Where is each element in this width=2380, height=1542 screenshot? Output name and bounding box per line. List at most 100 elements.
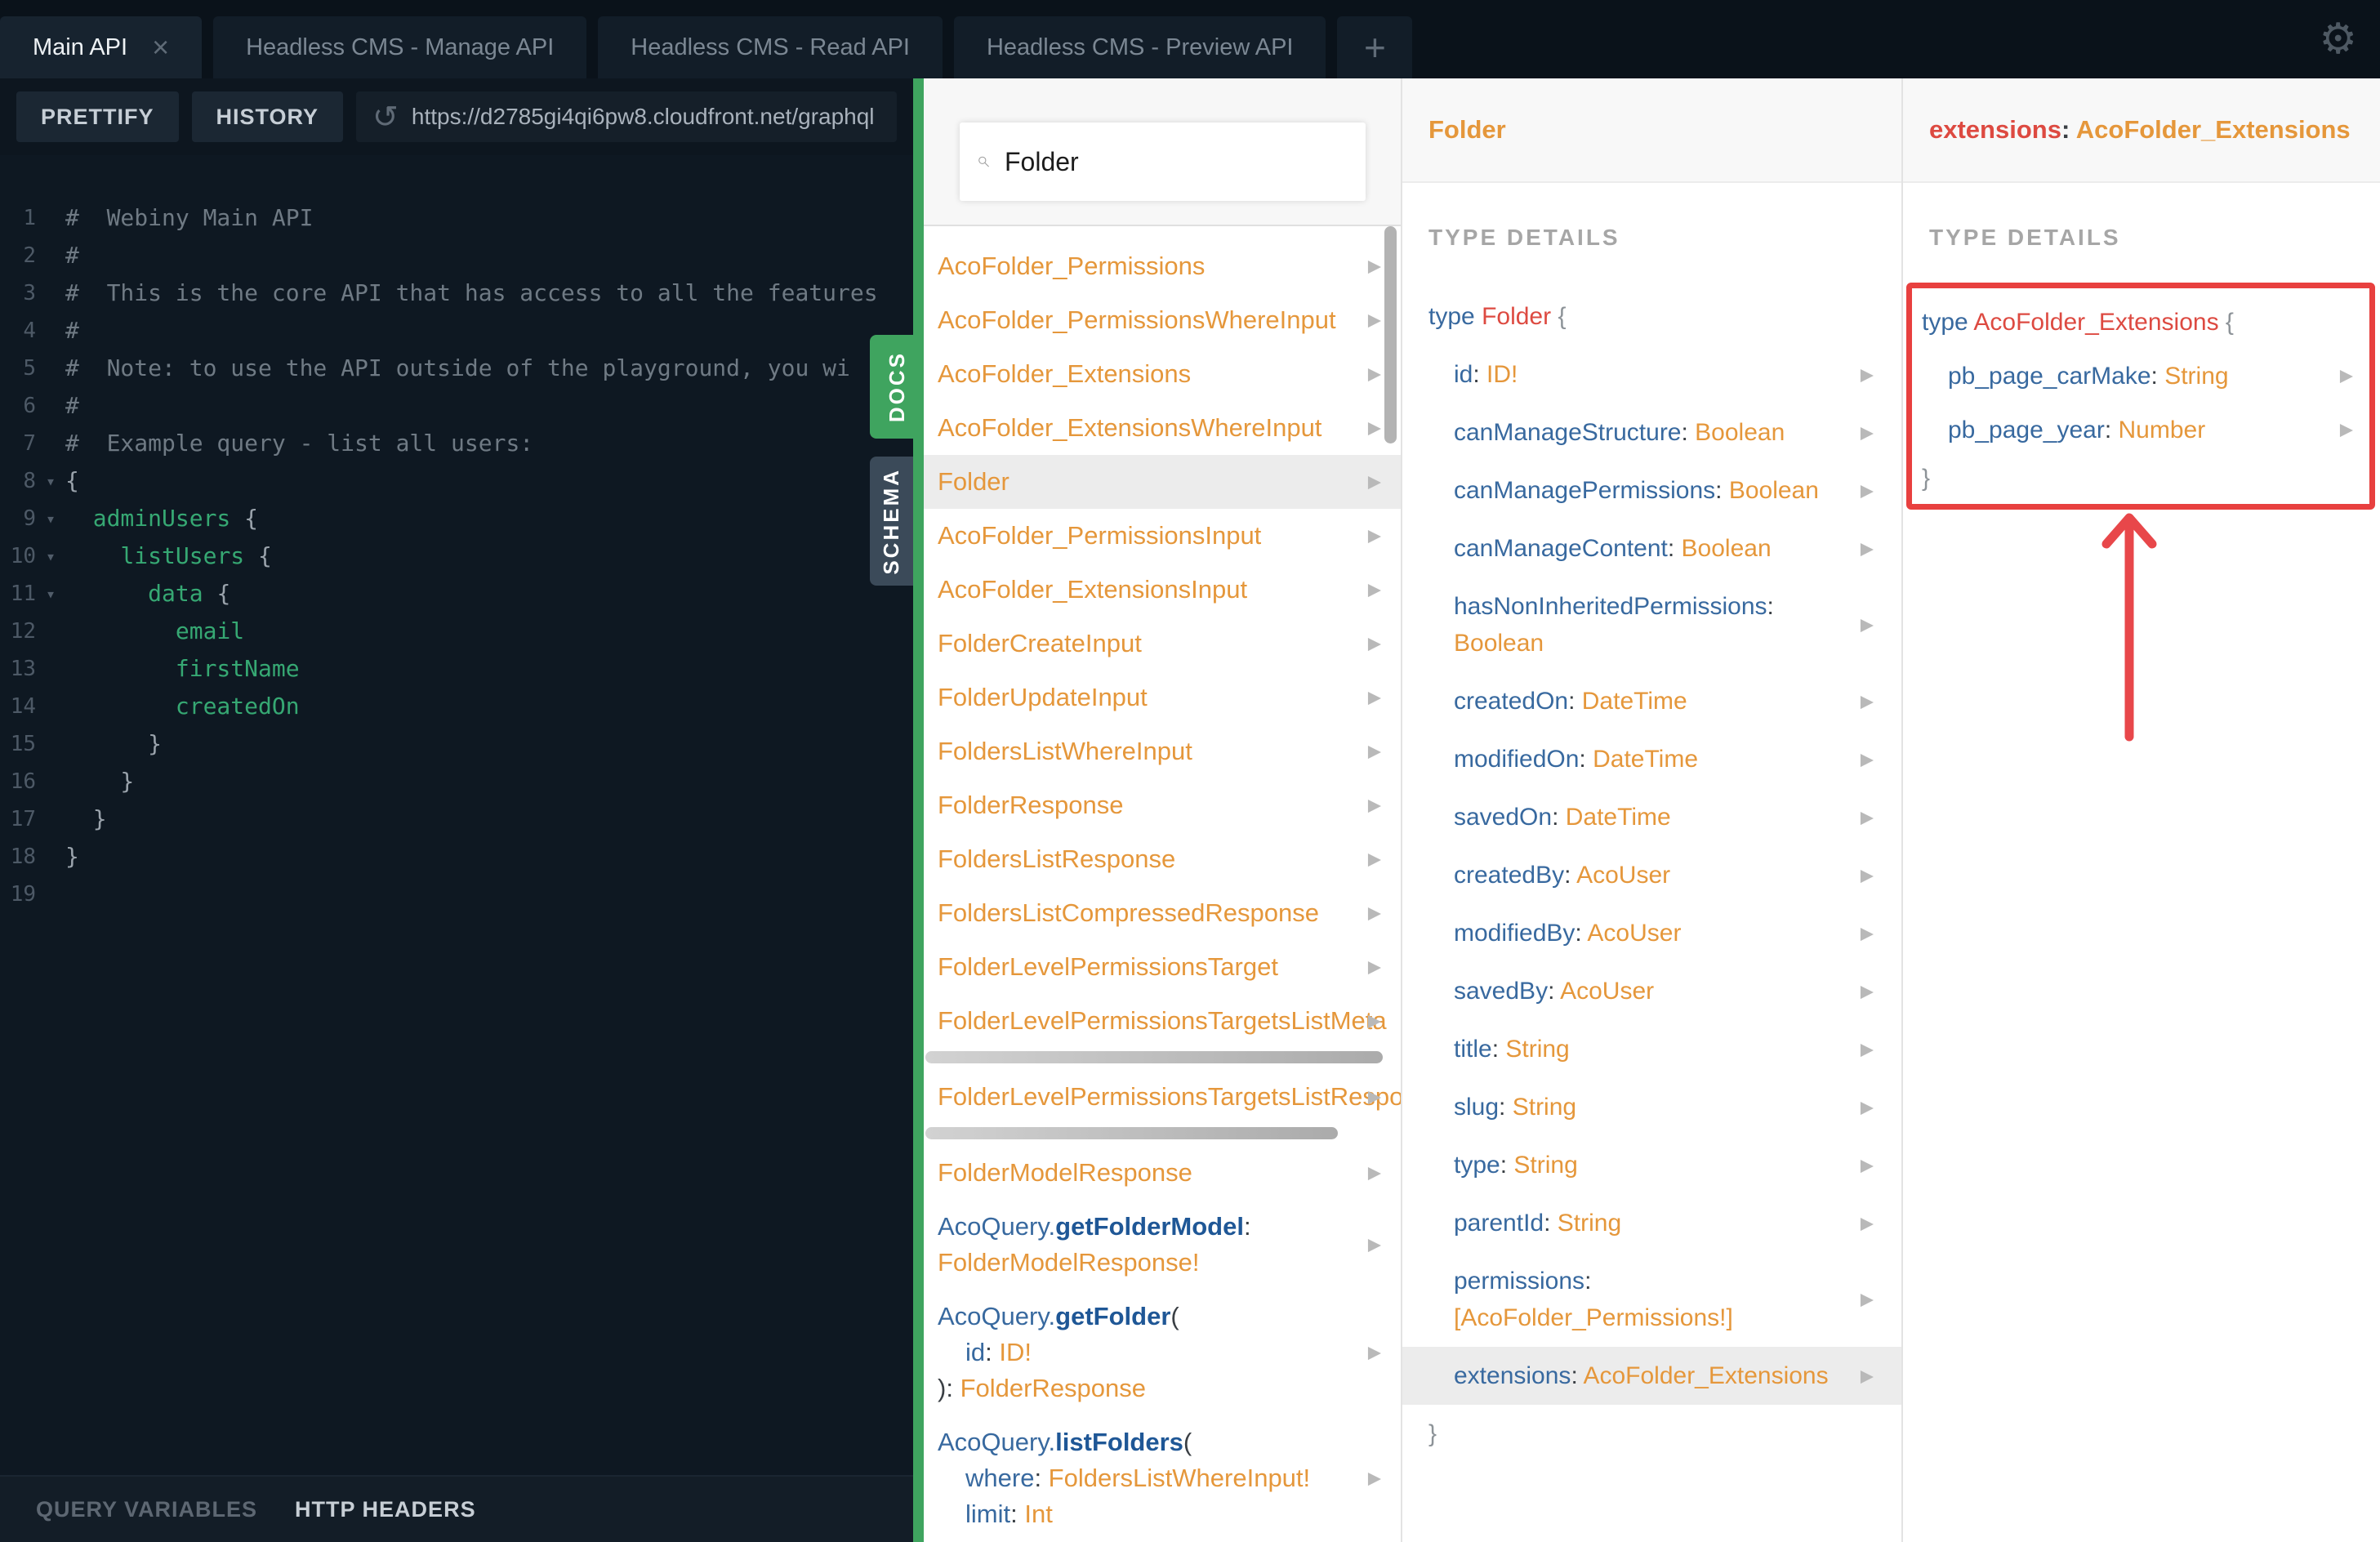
docs-list-item[interactable]: AcoFolder_PermissionsWhereInput ▶ — [924, 293, 1401, 347]
type-field-row[interactable]: parentId: String ▶ — [1402, 1194, 1901, 1252]
tab-headless-cms-read-api[interactable]: Headless CMS - Read API — [598, 16, 943, 78]
token: AcoFolder_Extensions — [1973, 308, 2219, 336]
docs-list-item[interactable]: FolderLevelPermissionsTargetsListMeta ▶ — [924, 994, 1401, 1048]
docs-list-item[interactable]: FolderCreateInput ▶ — [924, 617, 1401, 671]
fold-arrow-icon[interactable]: ▾ — [36, 462, 65, 500]
docs-list-item[interactable]: AcoQuery.getFolderModel: FolderModelRespo… — [924, 1200, 1401, 1290]
type-field-row[interactable]: modifiedOn: DateTime ▶ — [1402, 730, 1901, 788]
endpoint-url-input[interactable] — [411, 104, 880, 130]
type-field-row[interactable]: canManageContent: Boolean ▶ — [1402, 519, 1901, 577]
token: : — [1034, 1464, 1049, 1492]
token: AcoFolder_PermissionsWhereInput — [938, 305, 1336, 334]
type-field-row[interactable]: id: ID! ▶ — [1402, 345, 1901, 403]
docs-item-line: AcoQuery.listFolders( — [938, 1424, 1352, 1460]
docs-list-item[interactable]: AcoFolder_PermissionsInput ▶ — [924, 509, 1401, 563]
type-field-row[interactable]: modifiedBy: AcoUser ▶ — [1402, 904, 1901, 962]
chevron-right-icon: ▶ — [1367, 526, 1381, 546]
token: savedOn — [1454, 804, 1553, 831]
type-field-row[interactable]: type: String ▶ — [1402, 1136, 1901, 1194]
type-field-row[interactable]: hasNonInheritedPermissions: Boolean ▶ — [1402, 577, 1901, 672]
type-field-row[interactable]: savedOn: DateTime ▶ — [1402, 788, 1901, 846]
token: : — [2104, 416, 2119, 443]
docs-list-item[interactable]: Folder ▶ — [924, 455, 1401, 509]
docs-list-item[interactable]: FolderResponse ▶ — [924, 778, 1401, 832]
horizontal-scrollbar[interactable] — [925, 1051, 1383, 1063]
type-field-row[interactable]: slug: String ▶ — [1402, 1078, 1901, 1136]
chevron-right-icon: ▶ — [1860, 692, 1874, 711]
reload-endpoint-icon[interactable]: ↺ — [372, 99, 399, 136]
docs-list-item[interactable]: FolderUpdateInput ▶ — [924, 671, 1401, 724]
type-field-row[interactable]: pb_page_carMake: String ▶ — [1912, 349, 2369, 403]
docs-list-item[interactable]: AcoFolder_ExtensionsInput ▶ — [924, 563, 1401, 617]
type-field-row[interactable]: extensions: AcoFolder_Extensions ▶ — [1402, 1347, 1901, 1405]
prettify-button[interactable]: PRETTIFY — [16, 91, 179, 142]
docs-list-item[interactable]: AcoFolder_Extensions ▶ — [924, 347, 1401, 401]
type-field-row[interactable]: savedBy: AcoUser ▶ — [1402, 962, 1901, 1020]
docs-list-item[interactable]: FoldersListWhereInput ▶ — [924, 724, 1401, 778]
fold-gutter — [36, 350, 65, 387]
token: String — [2164, 362, 2229, 390]
docs-search-input[interactable] — [1005, 146, 1348, 177]
fold-arrow-icon[interactable]: ▾ — [36, 537, 65, 575]
settings-gear-icon[interactable]: ⚙ — [2319, 13, 2357, 65]
type-field-row[interactable]: createdOn: DateTime ▶ — [1402, 672, 1901, 730]
token: ID! — [999, 1338, 1032, 1366]
docs-list-item[interactable]: AcoQuery.getFolder(id: ID!): FolderRespo… — [924, 1290, 1401, 1415]
extensions-type-body: type AcoFolder_Extensions {pb_page_carMa… — [1912, 295, 2369, 499]
type-field-row[interactable]: canManageStructure: Boolean ▶ — [1402, 403, 1901, 461]
token: type — [1454, 1152, 1500, 1179]
query-variables-tab[interactable]: QUERY VARIABLES — [36, 1497, 257, 1522]
type-field-row[interactable]: canManagePermissions: Boolean ▶ — [1402, 461, 1901, 519]
fold-arrow-icon[interactable]: ▾ — [36, 500, 65, 537]
code-line: 5 # Note: to use the API outside of the p… — [0, 350, 913, 387]
tab-headless-cms-manage-api[interactable]: Headless CMS - Manage API — [213, 16, 587, 78]
query-editor[interactable]: 1 # Webiny Main API 2 #3 # This is the core … — [0, 155, 913, 1475]
token: AcoFolder_ExtensionsInput — [938, 575, 1248, 604]
panel-divider[interactable] — [913, 78, 924, 1542]
http-headers-tab[interactable]: HTTP HEADERS — [295, 1497, 476, 1522]
token: String — [1512, 1094, 1577, 1121]
code-text: email — [65, 613, 913, 650]
fold-gutter — [36, 312, 65, 350]
history-button[interactable]: HISTORY — [191, 91, 344, 142]
token: AcoUser — [1576, 862, 1671, 889]
docs-side-tab[interactable]: DOCS — [870, 335, 924, 439]
docs-list-item[interactable]: FoldersListCompressedResponse ▶ — [924, 886, 1401, 940]
add-tab-button[interactable]: + — [1337, 16, 1413, 78]
token: title — [1454, 1036, 1492, 1063]
type-field-row[interactable]: title: String ▶ — [1402, 1020, 1901, 1078]
docs-list-item[interactable]: AcoQuery.listFolders(where: FoldersListW… — [924, 1415, 1401, 1541]
type-field-row[interactable]: permissions: [AcoFolder_Permissions!] ▶ — [1402, 1252, 1901, 1347]
token: : — [1243, 1212, 1251, 1241]
tab-main-api[interactable]: Main API × — [0, 16, 203, 78]
docs-list-item[interactable]: FolderLevelPermissionsTargetsListRespo ▶ — [924, 1070, 1401, 1124]
docs-list-item[interactable]: AcoFolder_ExtensionsWhereInput ▶ — [924, 401, 1401, 455]
token: FoldersListResponse — [938, 845, 1176, 873]
docs-list-item[interactable]: FoldersListResponse ▶ — [924, 832, 1401, 886]
token: modifiedOn — [1454, 746, 1580, 773]
docs-list-item[interactable]: AcoFolder_Permissions ▶ — [924, 239, 1401, 293]
token: : — [1767, 593, 1774, 620]
token: DateTime — [1593, 746, 1699, 773]
close-icon[interactable]: × — [152, 33, 169, 62]
docs-item-line: FolderCreateInput — [938, 626, 1352, 662]
horizontal-scrollbar[interactable] — [925, 1127, 1338, 1139]
docs-list-item[interactable]: FolderLevelPermissionsTarget ▶ — [924, 940, 1401, 994]
type-field-row[interactable]: pb_page_year: Number ▶ — [1912, 403, 2369, 457]
type-field-row[interactable]: createdBy: AcoUser ▶ — [1402, 846, 1901, 904]
docs-list-item[interactable]: FolderModelResponse ▶ — [924, 1146, 1401, 1200]
type-row-line: savedOn: DateTime — [1454, 799, 1844, 836]
tab-headless-cms-preview-api[interactable]: Headless CMS - Preview API — [953, 16, 1326, 78]
fold-arrow-icon[interactable]: ▾ — [36, 575, 65, 613]
token: : — [1584, 1268, 1592, 1295]
chevron-right-icon: ▶ — [1367, 256, 1381, 276]
token: { — [65, 467, 79, 494]
token: getFolder — [1055, 1302, 1171, 1330]
token: FolderCreateInput — [938, 629, 1142, 657]
code-line: 12 email — [0, 613, 913, 650]
token: : — [2061, 115, 2076, 144]
schema-side-tab[interactable]: SCHEMA — [870, 457, 913, 586]
